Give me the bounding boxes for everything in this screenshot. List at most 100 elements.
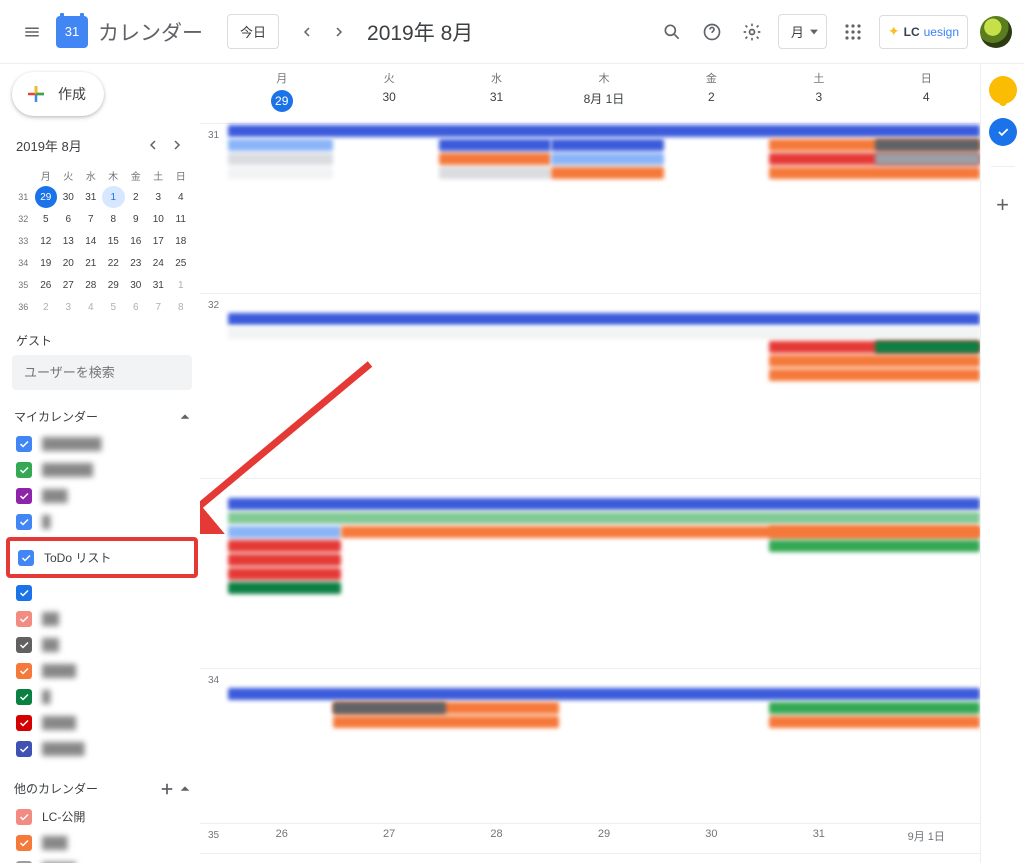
mini-day[interactable]: 30 (125, 274, 148, 296)
mini-day[interactable]: 10 (147, 208, 170, 230)
other-calendars-header[interactable]: 他のカレンダー (14, 780, 192, 797)
mini-day[interactable]: 31 (80, 186, 103, 208)
week-row[interactable] (200, 479, 980, 669)
grid-header-cell[interactable]: 日4 (873, 64, 980, 123)
mini-day[interactable]: 22 (102, 252, 125, 274)
mini-day[interactable]: 15 (102, 230, 125, 252)
next-period-button[interactable] (323, 16, 355, 48)
calendar-item[interactable]: ████ (12, 856, 192, 863)
mini-day[interactable]: 3 (57, 296, 80, 318)
calendar-item[interactable]: ██ (12, 632, 192, 658)
guest-search-input[interactable] (12, 355, 192, 390)
grid-header-cell[interactable]: 火30 (335, 64, 442, 123)
mini-day[interactable]: 2 (125, 186, 148, 208)
mini-day[interactable]: 31 (147, 274, 170, 296)
calendar-item[interactable]: ███ (12, 483, 192, 509)
mini-day[interactable]: 7 (80, 208, 103, 230)
mini-day[interactable]: 17 (147, 230, 170, 252)
calendar-item[interactable]: █████ (12, 736, 192, 762)
mini-day[interactable]: 13 (57, 230, 80, 252)
menu-icon[interactable] (12, 12, 52, 52)
my-calendars-header[interactable]: マイカレンダー (14, 408, 192, 425)
mini-day[interactable]: 7 (147, 296, 170, 318)
prev-period-button[interactable] (291, 16, 323, 48)
calendar-item[interactable]: ████ (12, 710, 192, 736)
mini-day[interactable]: 24 (147, 252, 170, 274)
calendar-checkbox[interactable] (18, 550, 34, 566)
mini-day[interactable]: 30 (57, 186, 80, 208)
calendar-checkbox[interactable] (16, 585, 32, 601)
week-row[interactable]: 32 (200, 294, 980, 479)
mini-day[interactable]: 14 (80, 230, 103, 252)
mini-day[interactable]: 19 (35, 252, 58, 274)
week-row[interactable]: 352627282930319月 1日 (200, 824, 980, 854)
mini-day[interactable]: 23 (125, 252, 148, 274)
mini-day[interactable]: 11 (170, 208, 193, 230)
keep-icon[interactable] (989, 76, 1017, 104)
mini-day[interactable]: 6 (57, 208, 80, 230)
mini-day[interactable]: 12 (35, 230, 58, 252)
calendar-checkbox[interactable] (16, 436, 32, 452)
calendar-checkbox[interactable] (16, 663, 32, 679)
mini-day[interactable]: 6 (125, 296, 148, 318)
mini-day[interactable]: 4 (170, 186, 193, 208)
calendar-checkbox[interactable] (16, 689, 32, 705)
mini-day[interactable]: 1 (102, 186, 125, 208)
calendar-item[interactable]: ███████ (12, 431, 192, 457)
help-icon[interactable] (692, 12, 732, 52)
mini-day[interactable]: 29 (35, 186, 58, 208)
calendar-checkbox[interactable] (16, 835, 32, 851)
mini-day[interactable]: 20 (57, 252, 80, 274)
grid-header-cell[interactable]: 水31 (443, 64, 550, 123)
extension-badge[interactable]: ✦LCuesign (879, 15, 968, 49)
search-icon[interactable] (652, 12, 692, 52)
mini-day[interactable]: 29 (102, 274, 125, 296)
calendar-item[interactable]: ██ (12, 606, 192, 632)
grid-header-cell[interactable]: 木8月 1日 (550, 64, 657, 123)
calendar-item[interactable]: ████ (12, 658, 192, 684)
mini-day[interactable]: 28 (80, 274, 103, 296)
mini-day[interactable]: 2 (35, 296, 58, 318)
mini-day[interactable]: 16 (125, 230, 148, 252)
apps-icon[interactable] (833, 12, 873, 52)
calendar-checkbox[interactable] (16, 462, 32, 478)
addons-plus-icon[interactable]: + (989, 191, 1017, 219)
grid-header-cell[interactable]: 金2 (658, 64, 765, 123)
account-avatar[interactable] (980, 16, 1012, 48)
calendar-item[interactable]: ToDo リスト (6, 537, 198, 578)
calendar-checkbox[interactable] (16, 715, 32, 731)
mini-prev-button[interactable] (142, 134, 164, 156)
create-button[interactable]: 作成 (12, 72, 104, 116)
mini-day[interactable]: 26 (35, 274, 58, 296)
mini-day[interactable]: 9 (125, 208, 148, 230)
calendar-checkbox[interactable] (16, 611, 32, 627)
mini-day[interactable]: 8 (170, 296, 193, 318)
calendar-item[interactable]: ███ (12, 830, 192, 856)
week-row[interactable]: 31 (200, 124, 980, 294)
week-row[interactable]: 34 (200, 669, 980, 824)
settings-icon[interactable] (732, 12, 772, 52)
calendar-item[interactable]: LC-公開 (12, 803, 192, 830)
calendar-checkbox[interactable] (16, 514, 32, 530)
mini-day[interactable]: 25 (170, 252, 193, 274)
mini-day[interactable]: 4 (80, 296, 103, 318)
add-calendar-icon[interactable] (160, 782, 174, 796)
mini-next-button[interactable] (166, 134, 188, 156)
calendar-item[interactable]: ██████ (12, 457, 192, 483)
mini-day[interactable]: 27 (57, 274, 80, 296)
mini-day[interactable]: 5 (102, 296, 125, 318)
today-button[interactable]: 今日 (227, 14, 279, 49)
calendar-item[interactable]: █ (12, 684, 192, 710)
view-selector[interactable]: 月 (778, 14, 827, 49)
tasks-icon[interactable] (989, 118, 1017, 146)
mini-day[interactable]: 21 (80, 252, 103, 274)
calendar-checkbox[interactable] (16, 488, 32, 504)
grid-header-cell[interactable]: 土3 (765, 64, 872, 123)
mini-day[interactable]: 3 (147, 186, 170, 208)
mini-day[interactable]: 8 (102, 208, 125, 230)
mini-day[interactable]: 5 (35, 208, 58, 230)
mini-day[interactable]: 1 (170, 274, 193, 296)
calendar-checkbox[interactable] (16, 741, 32, 757)
calendar-checkbox[interactable] (16, 637, 32, 653)
calendar-checkbox[interactable] (16, 809, 32, 825)
